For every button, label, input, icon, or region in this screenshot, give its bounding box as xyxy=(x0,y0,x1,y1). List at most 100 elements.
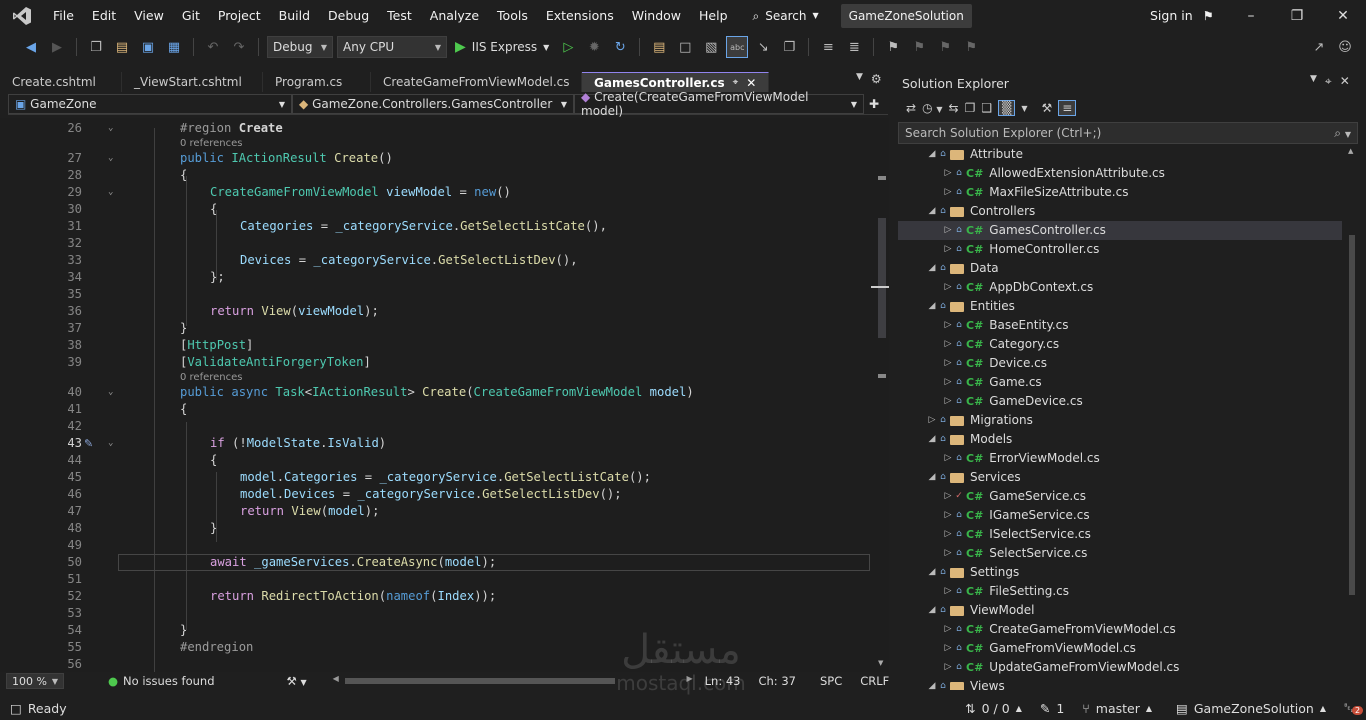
undo-icon[interactable]: ↶ xyxy=(202,36,224,58)
tree-folder[interactable]: ◢ ⌂ Attribute xyxy=(898,145,1342,164)
refresh-icon[interactable]: ↻ xyxy=(609,36,631,58)
expanded-icon[interactable]: ◢ xyxy=(926,145,938,164)
tree-file[interactable]: ▷ ⌂ C# FileSetting.cs xyxy=(898,582,1342,601)
tree-file[interactable]: ▷ ⌂ C# AppDbContext.cs xyxy=(898,278,1342,297)
spacing-indicator[interactable]: SPC xyxy=(820,674,842,688)
collapsed-icon[interactable]: ▷ xyxy=(942,449,954,468)
collapsed-icon[interactable]: ▷ xyxy=(942,354,954,373)
tree-folder[interactable]: ◢ ⌂ ViewModel xyxy=(898,601,1342,620)
collapsed-icon[interactable]: ▷ xyxy=(942,639,954,658)
fold-toggle-icon[interactable]: ⌄ xyxy=(108,384,113,401)
project-dropdown[interactable]: ▣ GameZone ▼ xyxy=(8,94,292,114)
menu-file[interactable]: File xyxy=(44,0,83,32)
back-icon[interactable]: ◀ xyxy=(20,36,42,58)
code-line[interactable]: 40 ⌄ public async Task<IActionResult> Crea… xyxy=(0,384,875,401)
collapsed-icon[interactable]: ▷ xyxy=(942,487,954,506)
solution-search-input[interactable]: Search Solution Explorer (Ctrl+;) ⌕ ▼ xyxy=(898,122,1358,144)
forward-icon[interactable]: ▶ xyxy=(46,36,68,58)
fold-toggle-icon[interactable]: ⌄ xyxy=(108,435,113,452)
tree-folder[interactable]: ◢ ⌂ Services xyxy=(898,468,1342,487)
code-line[interactable]: 41 { xyxy=(0,401,875,418)
tree-file[interactable]: ▷ ⌂ C# Game.cs xyxy=(898,373,1342,392)
solution-explorer-scrollbar[interactable]: ▲ xyxy=(1346,145,1358,690)
bookmark-icon[interactable]: ⚑ xyxy=(882,36,904,58)
tree-file[interactable]: ▷ ⌂ C# Category.cs xyxy=(898,335,1342,354)
layout-icon[interactable]: ▧ xyxy=(700,36,722,58)
start-without-debugging-icon[interactable]: ▷ xyxy=(557,36,579,58)
collapsed-icon[interactable]: ▷ xyxy=(926,411,938,430)
code-line[interactable]: 26 ⌄ #region Create xyxy=(0,120,875,137)
git-changes[interactable]: ⇅ 0 / 0 ▲ xyxy=(965,701,1022,716)
align-right-icon[interactable]: ≣ xyxy=(843,36,865,58)
configuration-select[interactable]: Debug ▼ xyxy=(267,36,333,58)
scroll-up-icon[interactable]: ▲ xyxy=(1348,147,1353,155)
code-line[interactable]: 39 [ValidateAntiForgeryToken] xyxy=(0,354,875,371)
issues-indicator[interactable]: ● No issues found xyxy=(108,674,215,688)
code-line[interactable]: 38 [HttpPost] xyxy=(0,337,875,354)
tree-folder[interactable]: ◢ ⌂ Data xyxy=(898,259,1342,278)
document-tab[interactable]: Create.cshtml xyxy=(0,72,122,92)
collapsed-icon[interactable]: ▷ xyxy=(942,278,954,297)
code-line[interactable]: 28 { xyxy=(0,167,875,184)
pin-icon[interactable]: ⌖ xyxy=(1325,74,1332,89)
tree-folder[interactable]: ◢ ⌂ Views xyxy=(898,677,1342,690)
class-dropdown[interactable]: ◆ GameZone.Controllers.GamesController ▼ xyxy=(292,94,574,114)
restore-icon[interactable]: ❐ xyxy=(1274,0,1320,32)
tree-folder[interactable]: ▷ ⌂ Migrations xyxy=(898,411,1342,430)
menu-build[interactable]: Build xyxy=(270,0,319,32)
pending-edits[interactable]: ✎ 1 xyxy=(1040,701,1064,716)
code-line[interactable]: 32 xyxy=(0,235,875,252)
menu-tools[interactable]: Tools xyxy=(488,0,537,32)
collapsed-icon[interactable]: ▷ xyxy=(942,373,954,392)
code-line[interactable]: 35 xyxy=(0,286,875,303)
bookmark-next-icon[interactable]: ⚑ xyxy=(934,36,956,58)
expanded-icon[interactable]: ◢ xyxy=(926,563,938,582)
tree-file[interactable]: ▷ ⌂ C# SelectService.cs xyxy=(898,544,1342,563)
share-icon[interactable]: ↗ xyxy=(1308,36,1330,58)
repository-selector[interactable]: ▤ GameZoneSolution ▲ xyxy=(1176,701,1326,716)
menu-test[interactable]: Test xyxy=(378,0,421,32)
preview-icon[interactable]: ≡ xyxy=(1058,100,1077,116)
tree-file[interactable]: ▷ ⌂ C# GameFromViewModel.cs xyxy=(898,639,1342,658)
panel-menu-icon[interactable]: ▼ xyxy=(1310,74,1317,89)
switch-views-icon[interactable]: ⇆ xyxy=(949,101,959,115)
sync-icon[interactable]: ⇄ xyxy=(906,101,916,115)
code-line[interactable]: 31 Categories = _categoryService.GetSelec… xyxy=(0,218,875,235)
code-line[interactable]: 30 { xyxy=(0,201,875,218)
platform-select[interactable]: Any CPU ▼ xyxy=(337,36,447,58)
tree-file[interactable]: ▷ ⌂ C# ISelectService.cs xyxy=(898,525,1342,544)
collapsed-icon[interactable]: ▷ xyxy=(942,183,954,202)
align-icon[interactable]: ≡ xyxy=(817,36,839,58)
minimize-icon[interactable]: – xyxy=(1228,0,1274,32)
code-cleanup-icon[interactable]: ⚒ ▼ xyxy=(287,674,307,688)
new-project-icon[interactable]: ❐ xyxy=(85,36,107,58)
code-line[interactable]: 45 model.Categories = _categoryService.Ge… xyxy=(0,469,875,486)
tree-file[interactable]: ▷ ✓ C# GameService.cs xyxy=(898,487,1342,506)
run-button[interactable]: ▶ IIS Express ▼ xyxy=(451,39,553,55)
tree-file[interactable]: ▷ ⌂ C# UpdateGameFromViewModel.cs xyxy=(898,658,1342,677)
feedback-icon[interactable]: ☺ xyxy=(1334,36,1356,58)
hot-reload-icon[interactable]: ✹ xyxy=(583,36,605,58)
fold-toggle-icon[interactable]: ⌄ xyxy=(108,184,113,201)
code-line[interactable]: 46 model.Devices = _categoryService.GetSe… xyxy=(0,486,875,503)
code-line[interactable]: 47 return View(model); xyxy=(0,503,875,520)
scroll-down-icon[interactable]: ▼ xyxy=(878,660,886,667)
expanded-icon[interactable]: ◢ xyxy=(926,677,938,690)
tree-file[interactable]: ▷ ⌂ C# GamesController.cs xyxy=(898,221,1342,240)
close-panel-icon[interactable]: ✕ xyxy=(1340,74,1350,89)
collapsed-icon[interactable]: ▷ xyxy=(942,620,954,639)
code-line[interactable]: 44 { xyxy=(0,452,875,469)
settings-icon[interactable]: ⚙ xyxy=(871,72,882,92)
document-tab[interactable]: CreateGameFromViewModel.cs xyxy=(371,72,582,92)
references-codelens[interactable]: 0 references xyxy=(180,372,243,384)
collapse-all-icon[interactable]: ❐ xyxy=(965,101,976,115)
code-line[interactable]: 33 Devices = _categoryService.GetSelectLi… xyxy=(0,252,875,269)
zoom-select[interactable]: 100 % ▼ xyxy=(6,673,64,689)
code-line[interactable]: 29 ⌄ CreateGameFromViewModel viewModel = n… xyxy=(0,184,875,201)
menu-edit[interactable]: Edit xyxy=(83,0,125,32)
redo-icon[interactable]: ↷ xyxy=(228,36,250,58)
spell-check-icon[interactable]: abc xyxy=(726,36,749,58)
copy-icon[interactable]: ❐ xyxy=(778,36,800,58)
references-codelens[interactable]: 0 references xyxy=(180,138,243,150)
expanded-icon[interactable]: ◢ xyxy=(926,259,938,278)
